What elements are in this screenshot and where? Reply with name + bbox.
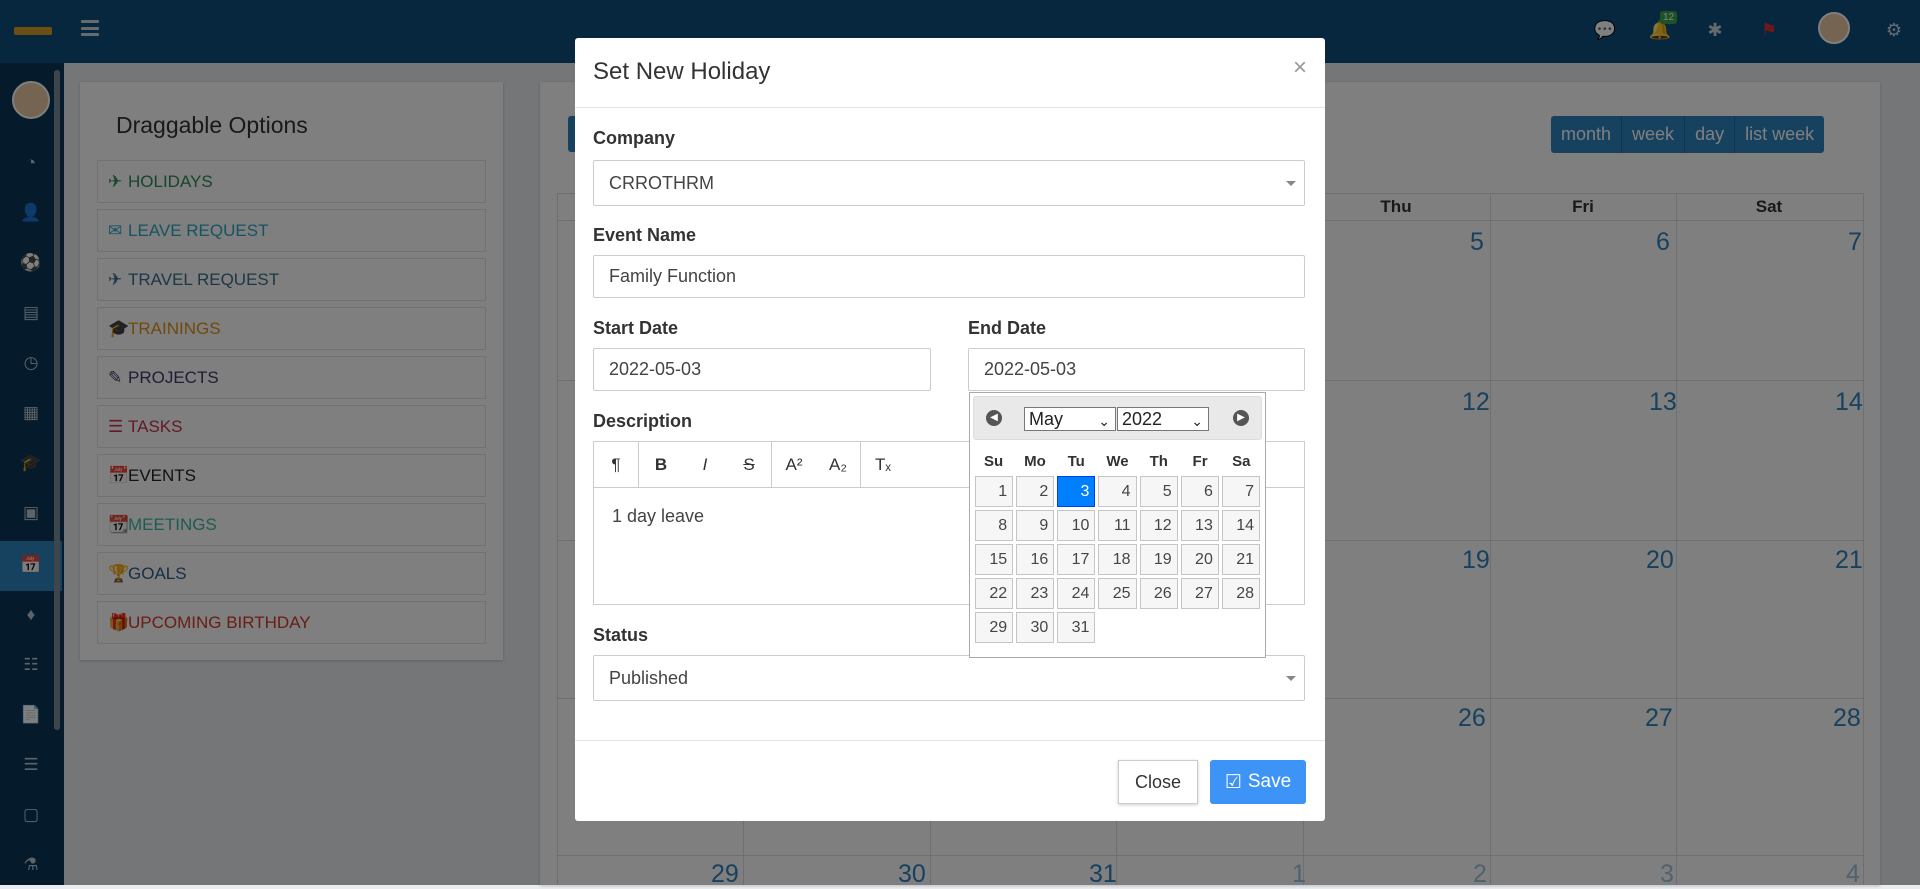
datepicker-day[interactable]: 15: [975, 544, 1014, 575]
datepicker-day[interactable]: 17: [1057, 544, 1096, 575]
datepicker-day[interactable]: 12: [1139, 510, 1178, 541]
datepicker-day[interactable]: 20: [1180, 544, 1219, 575]
datepicker-day[interactable]: 16: [1016, 544, 1055, 575]
datepicker-day[interactable]: 23: [1016, 578, 1055, 609]
datepicker-day[interactable]: 3: [1057, 476, 1096, 507]
year-value: 2022: [1122, 409, 1163, 429]
end-date-input[interactable]: 2022-05-03: [968, 348, 1305, 391]
check-square-icon: ☑: [1224, 771, 1242, 793]
chevron-down-icon: ⌄: [1191, 413, 1203, 429]
end-date-label: End Date: [968, 318, 1047, 338]
datepicker-day[interactable]: 13: [1180, 510, 1219, 541]
weekday-label: Tu: [1067, 452, 1085, 470]
datepicker-day[interactable]: 6: [1180, 476, 1219, 507]
event-name-label: Event Name: [593, 225, 697, 245]
status-select[interactable]: Published: [593, 655, 1305, 701]
prev-month-icon[interactable]: ◀: [986, 410, 1002, 426]
year-select[interactable]: 2022 ⌄: [1117, 407, 1209, 431]
chevron-down-icon: [1286, 676, 1296, 681]
datepicker-day[interactable]: 28: [1221, 578, 1260, 609]
description-label: Description: [593, 411, 693, 431]
datepicker-day[interactable]: 22: [975, 578, 1014, 609]
modal-header: Set New Holiday ×: [575, 38, 1325, 108]
datepicker-day[interactable]: 30: [1016, 612, 1055, 643]
modal-footer-divider: [575, 740, 1325, 741]
datepicker-day[interactable]: 21: [1221, 544, 1260, 575]
datepicker-day[interactable]: 10: [1057, 510, 1096, 541]
company-value: CRROTHRM: [609, 172, 714, 193]
event-name-value: Family Function: [609, 266, 737, 286]
status-value: Published: [609, 667, 689, 688]
chevron-down-icon: ⌄: [1098, 413, 1110, 429]
datepicker-day[interactable]: 2: [1016, 476, 1055, 507]
weekday-label: Th: [1149, 452, 1168, 470]
datepicker-day[interactable]: 11: [1098, 510, 1137, 541]
close-button[interactable]: Close: [1118, 760, 1198, 804]
italic-button[interactable]: I: [683, 455, 727, 475]
clear-format-button[interactable]: Tₓ: [861, 455, 905, 475]
save-label: Save: [1247, 771, 1292, 792]
start-date-label: Start Date: [593, 318, 679, 338]
datepicker-day[interactable]: 24: [1057, 578, 1096, 609]
datepicker-day[interactable]: 14: [1221, 510, 1260, 541]
description-text: 1 day leave: [612, 506, 705, 526]
status-label: Status: [593, 625, 649, 645]
company-label: Company: [593, 128, 676, 148]
company-select[interactable]: CRROTHRM: [593, 160, 1305, 206]
start-date-value: 2022-05-03: [609, 359, 702, 379]
bold-button[interactable]: B: [639, 455, 683, 475]
datepicker-day[interactable]: 31: [1057, 612, 1096, 643]
paragraph-icon[interactable]: ¶: [594, 455, 638, 475]
month-value: May: [1029, 409, 1064, 429]
datepicker-day[interactable]: 7: [1221, 476, 1260, 507]
start-date-input[interactable]: 2022-05-03: [593, 348, 931, 391]
superscript-button[interactable]: A²: [772, 455, 816, 475]
datepicker-day[interactable]: 25: [1098, 578, 1137, 609]
day-grid: 1 2 3 4 5 6 7 8 9 10 11 12 13 14 15 16 17 18 19 20 21 22 23 24 2…: [973, 476, 1262, 643]
end-date-value: 2022-05-03: [984, 359, 1077, 379]
event-name-input[interactable]: Family Function: [593, 255, 1305, 298]
datepicker-day[interactable]: 9: [1016, 510, 1055, 541]
strikethrough-button[interactable]: S: [727, 455, 771, 475]
next-month-icon[interactable]: ▶: [1233, 410, 1249, 426]
datepicker-day[interactable]: 27: [1180, 578, 1219, 609]
weekday-label: We: [1106, 452, 1129, 470]
datepicker-day[interactable]: 5: [1139, 476, 1178, 507]
datepicker-header: ◀ May ⌄ 2022 ⌄ ▶: [973, 396, 1262, 440]
weekday-row: Su Mo Tu We Th Fr Sa: [973, 446, 1262, 476]
chevron-down-icon: [1286, 181, 1296, 186]
weekday-label: Fr: [1192, 452, 1208, 470]
weekday-label: Mo: [1024, 452, 1046, 470]
modal-title: Set New Holiday: [593, 58, 771, 85]
weekday-label: Sa: [1232, 452, 1251, 470]
datepicker-day[interactable]: 19: [1139, 544, 1178, 575]
datepicker-day[interactable]: 18: [1098, 544, 1137, 575]
save-button[interactable]: ☑ Save: [1210, 760, 1306, 804]
subscript-button[interactable]: A₂: [816, 455, 860, 475]
datepicker: ◀ May ⌄ 2022 ⌄ ▶ Su Mo Tu We Th Fr Sa 12345678…: [969, 392, 1266, 658]
datepicker-day[interactable]: 4: [1098, 476, 1137, 507]
datepicker-day[interactable]: 26: [1139, 578, 1178, 609]
close-icon[interactable]: ×: [1293, 54, 1307, 82]
datepicker-day[interactable]: 1: [975, 476, 1014, 507]
month-select[interactable]: May ⌄: [1024, 407, 1116, 431]
weekday-label: Su: [984, 452, 1004, 470]
datepicker-day[interactable]: 29: [975, 612, 1014, 643]
datepicker-day[interactable]: 8: [975, 510, 1014, 541]
